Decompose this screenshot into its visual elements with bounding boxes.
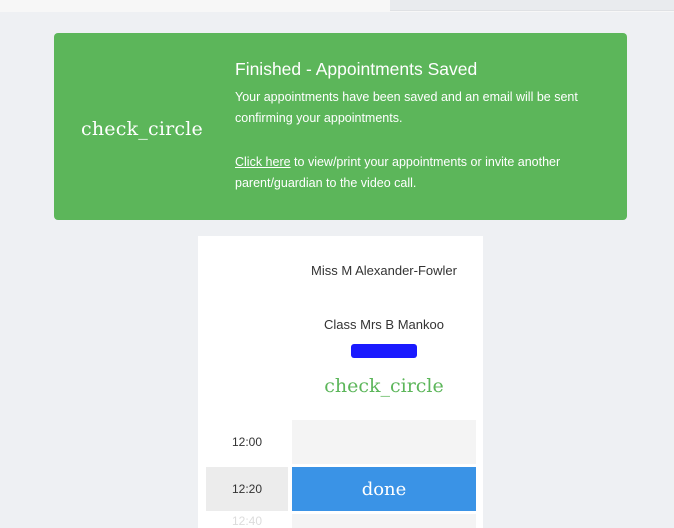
slot-cell[interactable] xyxy=(292,420,476,464)
booked-slot-button[interactable]: done xyxy=(292,467,476,511)
slot-time: 12:00 xyxy=(206,420,288,464)
teacher-schedule-card: Miss M Alexander-Fowler Class Mrs B Mank… xyxy=(198,236,483,528)
banner-link-line: Click here to view/print your appointmen… xyxy=(235,152,605,194)
banner-title: Finished - Appointments Saved xyxy=(235,59,478,79)
check-circle-icon: check_circle xyxy=(81,118,203,140)
slot-time: 12:20 xyxy=(206,467,288,511)
redaction-mark xyxy=(351,344,417,358)
slot-time: 12:40 xyxy=(231,514,263,528)
top-bar-panel xyxy=(390,0,674,11)
teacher-class: Class Mrs B Mankoo xyxy=(324,317,444,332)
teacher-name: Miss M Alexander-Fowler xyxy=(311,263,457,278)
check-circle-icon: check_circle xyxy=(324,375,444,397)
top-bar xyxy=(0,0,674,12)
banner-message: Your appointments have been saved and an… xyxy=(235,90,578,125)
slot-cell[interactable] xyxy=(292,514,476,528)
success-banner: check_circle Finished - Appointments Sav… xyxy=(54,33,627,220)
view-print-link[interactable]: Click here xyxy=(235,155,291,169)
